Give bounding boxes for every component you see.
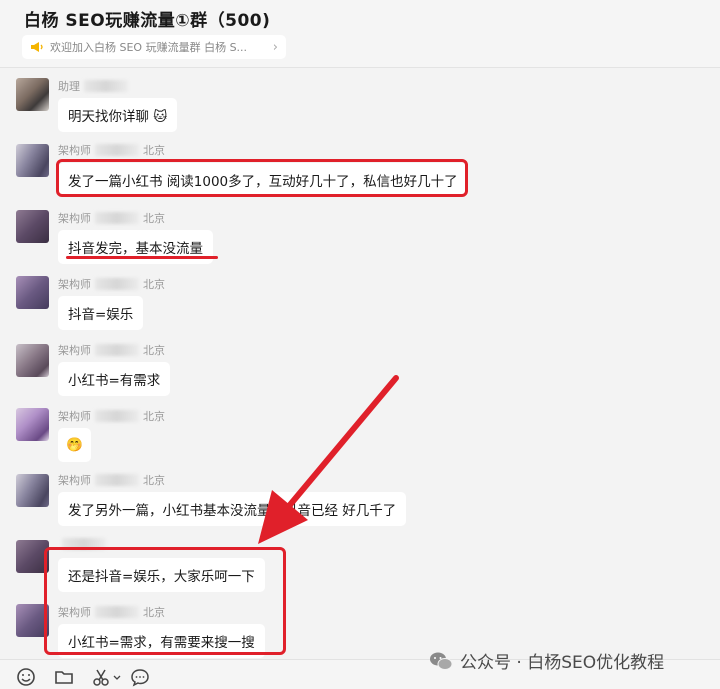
watermark-text: 公众号 · 白杨SEO优化教程	[460, 653, 665, 673]
sender-location: 北京	[143, 410, 165, 423]
arrow-annotation-icon	[258, 375, 399, 544]
message-bubble[interactable]: 抖音=娱乐	[58, 296, 144, 330]
sender-name: 架构师	[58, 144, 91, 157]
avatar[interactable]	[16, 408, 49, 441]
chevron-down-icon[interactable]	[112, 667, 122, 687]
blurred-name	[95, 144, 139, 156]
chat-header: 白杨 SEO玩赚流量①群（500) 欢迎加入白杨 SEO 玩赚流量群 白杨 S.…	[0, 0, 720, 68]
sender-location: 北京	[143, 278, 165, 291]
sender-name: 架构师	[58, 474, 91, 487]
group-title: 白杨 SEO玩赚流量①群（500)	[24, 11, 271, 31]
highlight-box	[44, 547, 286, 655]
group-notice-text: 欢迎加入白杨 SEO 玩赚流量群 白杨 S...	[50, 41, 248, 54]
sender-location: 北京	[143, 144, 165, 157]
avatar[interactable]	[16, 144, 49, 177]
sender-location: 北京	[143, 474, 165, 487]
highlight-underline	[66, 256, 218, 259]
sender-name: 架构师	[58, 278, 91, 291]
group-notice-banner[interactable]: 欢迎加入白杨 SEO 玩赚流量群 白杨 S... ›	[22, 35, 286, 59]
sender-name: 架构师	[58, 212, 91, 225]
blurred-name	[95, 212, 139, 224]
avatar[interactable]	[16, 210, 49, 243]
blurred-name	[95, 344, 139, 356]
sender-name: 架构师	[58, 344, 91, 357]
message-bubble[interactable]: 🤭	[58, 428, 91, 462]
sender-name: 架构师	[58, 410, 91, 423]
wechat-icon	[430, 652, 453, 670]
sender-location: 北京	[143, 344, 165, 357]
sender-name: 助理	[58, 80, 80, 93]
emoji-icon[interactable]	[16, 667, 36, 687]
chat-bubble-icon[interactable]	[130, 667, 150, 687]
message-bubble[interactable]: 明天找你详聊 🐱	[58, 98, 178, 132]
watermark: 公众号 · 白杨SEO优化教程	[428, 648, 664, 673]
avatar[interactable]	[16, 344, 49, 377]
blurred-name	[95, 410, 139, 422]
highlight-box	[56, 159, 468, 197]
sender-location: 北京	[143, 212, 165, 225]
blurred-name	[95, 278, 139, 290]
avatar[interactable]	[16, 78, 49, 111]
avatar[interactable]	[16, 474, 49, 507]
chevron-right-icon: ›	[272, 39, 278, 55]
blurred-name	[84, 80, 128, 92]
megaphone-icon	[31, 42, 43, 52]
scissors-icon[interactable]	[92, 667, 112, 687]
avatar[interactable]	[16, 276, 49, 309]
message-bubble[interactable]: 小红书=有需求	[58, 362, 171, 396]
folder-icon[interactable]	[54, 667, 74, 687]
blurred-name	[95, 474, 139, 486]
